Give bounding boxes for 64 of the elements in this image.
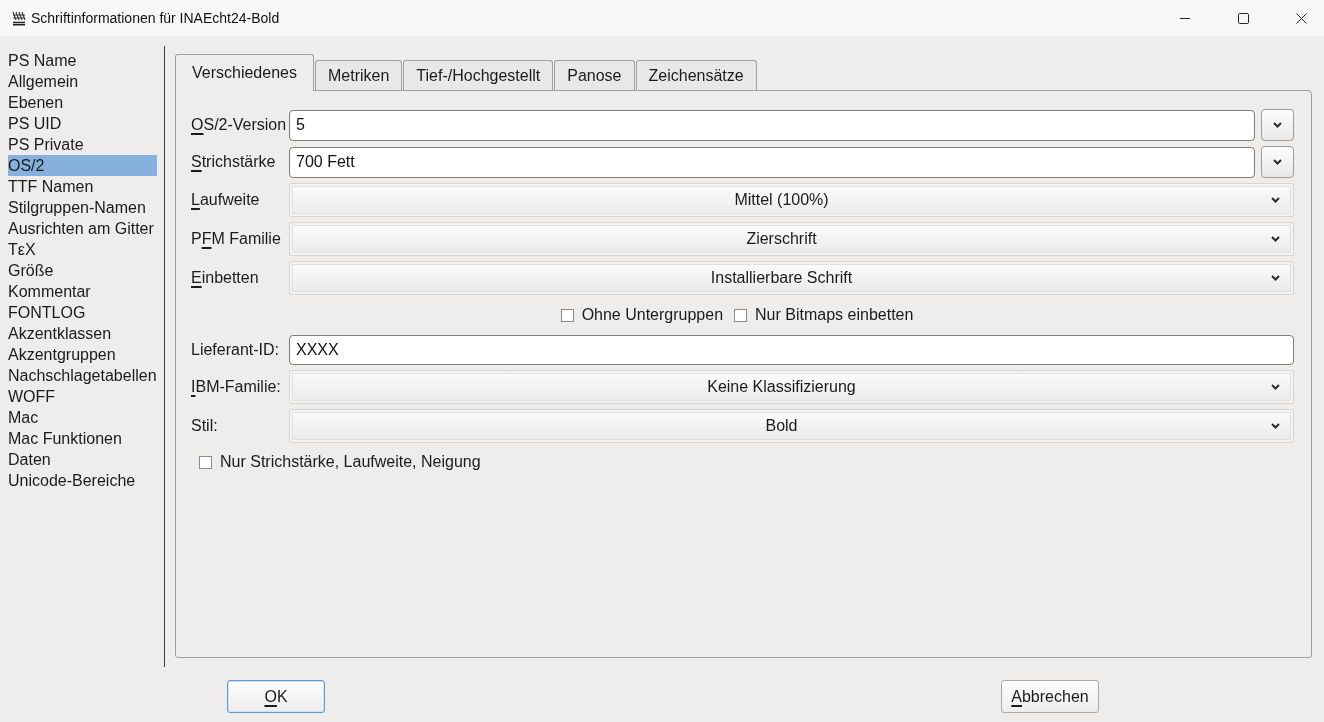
sidebar-item[interactable]: Nachschlagetabellen [8, 365, 157, 386]
close-icon [1295, 12, 1307, 24]
sidebar-item[interactable]: Mac [8, 407, 157, 428]
chevron-down-icon [1271, 275, 1280, 281]
sidebar-item[interactable]: TεX [8, 239, 157, 260]
dropdown-button[interactable] [1261, 146, 1294, 178]
chevron-down-icon [1271, 423, 1280, 429]
checkbox-label: Nur Bitmaps einbetten [755, 306, 914, 324]
chevron-down-icon [1273, 122, 1282, 128]
sidebar-item[interactable]: Ausrichten am Gitter [8, 218, 157, 239]
dropdown[interactable]: Keine Klassifizierung [289, 370, 1294, 404]
sidebar-item[interactable]: Mac Funktionen [8, 428, 157, 449]
checkbox[interactable] [199, 455, 212, 469]
dropdown[interactable]: Zierschrift [289, 222, 1294, 256]
sidebar-item[interactable]: Akzentgruppen [8, 344, 157, 365]
chevron-down-icon [1271, 384, 1280, 390]
chevron-down-icon [1273, 159, 1282, 165]
sidebar-item[interactable]: WOFF [8, 386, 157, 407]
minimize-icon [1180, 17, 1190, 19]
sidebar-item[interactable]: PS UID [8, 113, 157, 134]
field-label: Laufweite [191, 191, 260, 209]
sidebar-item[interactable]: TTF Namen [8, 176, 157, 197]
combo-input-field[interactable]: 5 [289, 109, 1255, 141]
tab[interactable]: Metriken [314, 60, 403, 90]
checkbox-label: Ohne Untergruppen [581, 306, 724, 324]
chevron-down-icon [1271, 236, 1280, 242]
text-field[interactable]: XXXX [289, 335, 1294, 365]
tab[interactable]: Verschiedenes [175, 54, 314, 91]
sidebar-item[interactable]: Größe [8, 260, 157, 281]
sidebar-item[interactable]: FONTLOG [8, 302, 157, 323]
tab[interactable]: Panose [554, 60, 635, 90]
sidebar-item[interactable]: PS Name [8, 50, 157, 71]
window-title: Schriftinformationen für INAEcht24-Bold [31, 10, 280, 26]
tab[interactable]: Zeichensätze [635, 60, 757, 90]
dialog-button[interactable]: OK [227, 680, 325, 713]
maximize-icon [1237, 12, 1249, 24]
sidebar-item[interactable]: Akzentklassen [8, 323, 157, 344]
dropdown-button[interactable] [1261, 109, 1294, 141]
field-label: Stil: [191, 417, 218, 435]
field-label: Lieferant-ID: [191, 341, 280, 359]
combo-input-field[interactable]: 700 Fett [289, 146, 1255, 178]
field-label: Strichstärke [191, 153, 276, 171]
tab[interactable]: Tief-/Hochgestellt [403, 60, 554, 90]
checkbox-label: Nur Strichstärke, Laufweite, Neigung [220, 453, 481, 471]
checkbox[interactable] [560, 308, 574, 322]
sidebar-item[interactable]: Allgemein [8, 71, 157, 92]
sidebar-item[interactable]: Stilgruppen-Namen [8, 197, 157, 218]
app-icon [11, 10, 27, 26]
dropdown[interactable]: Mittel (100%) [289, 183, 1294, 217]
field-label: PFM Familie [191, 230, 281, 248]
field-label: IBM-Familie: [191, 378, 281, 396]
dropdown[interactable]: Bold [289, 409, 1294, 443]
field-label: OS/2-Version [191, 116, 287, 134]
sidebar-item[interactable]: PS Private [8, 134, 157, 155]
sidebar-item[interactable]: Daten [8, 449, 157, 470]
sidebar-item[interactable]: OS/2 [8, 155, 157, 176]
dropdown[interactable]: Installierbare Schrift [289, 261, 1294, 295]
sidebar-item[interactable]: Kommentar [8, 281, 157, 302]
checkbox[interactable] [734, 308, 748, 322]
sidebar-item[interactable]: Unicode-Bereiche [8, 470, 157, 491]
chevron-down-icon [1271, 197, 1280, 203]
dialog-button[interactable]: Abbrechen [1001, 680, 1099, 713]
field-label: Einbetten [191, 269, 259, 287]
sidebar-item[interactable]: Ebenen [8, 92, 157, 113]
